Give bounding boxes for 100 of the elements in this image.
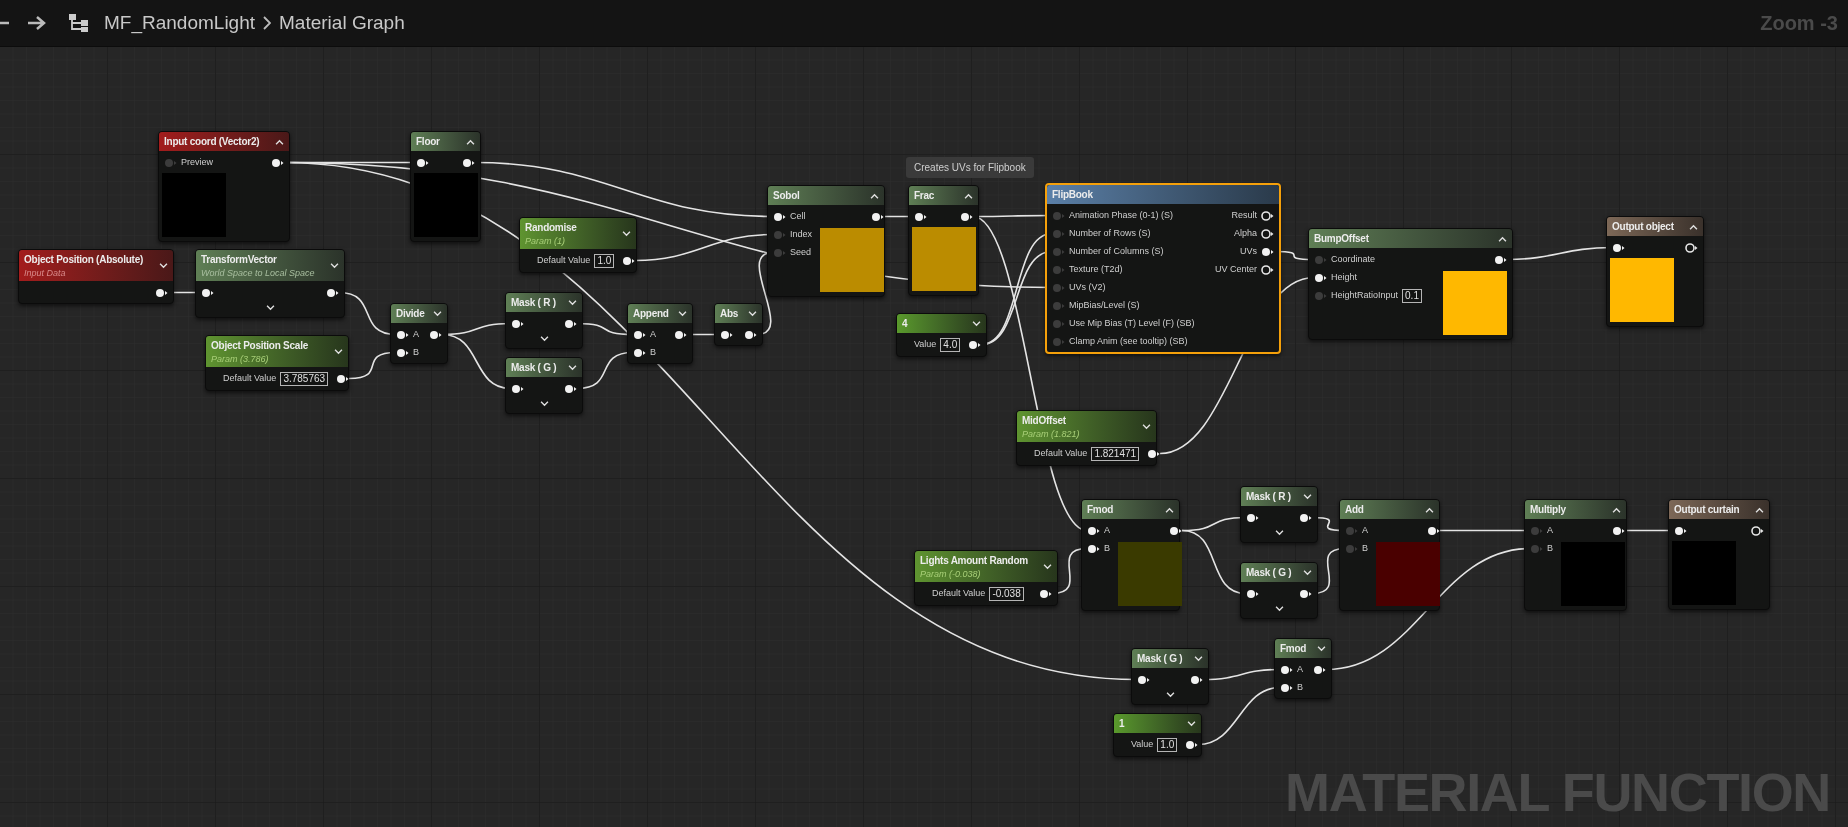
pin-icon[interactable]	[871, 211, 885, 222]
chevron-up-icon[interactable]	[870, 192, 879, 199]
pin-icon[interactable]	[429, 329, 442, 340]
pin-icon[interactable]	[968, 339, 982, 350]
pin-icon[interactable]	[1185, 739, 1199, 750]
pin-icon[interactable]	[1039, 588, 1052, 599]
chevron-down-icon[interactable]	[1194, 655, 1203, 662]
chevron-down-icon[interactable]	[334, 348, 343, 355]
pin-icon[interactable]	[1685, 242, 1698, 253]
graph-node[interactable]: Mask ( G )	[1240, 562, 1318, 619]
pin-icon[interactable]	[744, 329, 757, 340]
chevron-up-icon[interactable]	[1165, 506, 1174, 513]
pin-icon[interactable]	[462, 157, 475, 168]
pin-icon[interactable]	[1190, 674, 1203, 685]
pin-icon[interactable]	[1246, 512, 1259, 523]
pin-icon[interactable]	[271, 157, 284, 168]
pin-icon[interactable]	[674, 329, 687, 340]
chevron-down-icon[interactable]	[1317, 645, 1326, 652]
graph-node[interactable]: Add A B	[1339, 499, 1440, 611]
pin-icon[interactable]	[1137, 674, 1150, 685]
chevron-down-icon[interactable]	[539, 401, 549, 407]
chevron-down-icon[interactable]	[330, 262, 339, 269]
chevron-down-icon[interactable]	[678, 310, 687, 317]
graph-node[interactable]: Input coord (Vector2) Preview	[158, 131, 290, 242]
pin-icon[interactable]	[1169, 525, 1182, 536]
graph-node[interactable]	[1045, 183, 1281, 354]
chevron-down-icon[interactable]	[265, 305, 275, 311]
graph-node[interactable]: Fmod A B	[1274, 638, 1332, 699]
value-field[interactable]: 4.0	[940, 338, 961, 352]
chevron-down-icon[interactable]	[539, 336, 549, 342]
graph-node[interactable]: Output object	[1606, 216, 1704, 327]
pin-icon[interactable]	[1261, 228, 1274, 239]
graph-node[interactable]: TransformVector World Space to Local Space	[195, 249, 345, 318]
graph-node[interactable]: Multiply A B	[1524, 499, 1627, 611]
graph-node[interactable]: Divide A B	[390, 303, 448, 364]
chevron-down-icon[interactable]	[622, 230, 631, 237]
chevron-up-icon[interactable]	[1498, 235, 1507, 242]
pin-icon[interactable]	[1261, 246, 1274, 257]
chevron-down-icon[interactable]	[1142, 423, 1151, 430]
pin-icon[interactable]	[564, 383, 577, 394]
pin-icon[interactable]	[1612, 525, 1625, 536]
graph-node[interactable]: Lights Amount Random Param (-0.038) Default Value -0.038	[914, 550, 1058, 606]
pin-icon[interactable]	[1087, 525, 1100, 536]
graph-node[interactable]: Abs	[714, 303, 763, 346]
pin-icon[interactable]	[1494, 254, 1507, 265]
graph-node[interactable]: Output curtain	[1668, 499, 1770, 610]
graph-node[interactable]: Mask ( G )	[505, 357, 583, 414]
chevron-down-icon[interactable]	[1274, 606, 1284, 612]
chevron-up-icon[interactable]	[1612, 506, 1621, 513]
pin-icon[interactable]	[1147, 448, 1161, 459]
pin-icon[interactable]	[564, 318, 577, 329]
pin-icon[interactable]	[720, 329, 733, 340]
chevron-down-icon[interactable]	[1303, 493, 1312, 500]
pin-icon[interactable]	[416, 157, 429, 168]
graph-node[interactable]: Mask ( G )	[1131, 648, 1209, 705]
value-field[interactable]: 3.785763	[280, 372, 329, 386]
pin-icon[interactable]	[1299, 588, 1312, 599]
graph-node[interactable]: Mask ( R )	[505, 292, 583, 349]
pin-icon[interactable]	[1313, 664, 1326, 675]
chevron-up-icon[interactable]	[1425, 506, 1434, 513]
pin-icon[interactable]	[633, 347, 646, 358]
graph-node[interactable]: Mask ( R )	[1240, 486, 1318, 543]
pin-icon[interactable]	[326, 287, 339, 298]
chevron-down-icon[interactable]	[1303, 569, 1312, 576]
graph-node[interactable]: Frac	[908, 185, 979, 296]
chevron-up-icon[interactable]	[964, 192, 973, 199]
graph-node[interactable]: 1 Value 1.0	[1113, 713, 1202, 757]
pin-icon[interactable]	[1280, 664, 1293, 675]
forward-arrow-icon[interactable]	[27, 15, 46, 31]
chevron-down-icon[interactable]	[433, 310, 442, 317]
pin-icon[interactable]	[155, 287, 168, 298]
graph-node[interactable]: Randomise Param (1) Default Value 1.0	[519, 217, 637, 273]
graph-node[interactable]: BumpOffset Coordinate Height HeightRatioInput 0.1	[1308, 228, 1513, 340]
breadcrumb-link[interactable]: MF_RandomLight	[104, 8, 256, 38]
chevron-down-icon[interactable]	[568, 364, 577, 371]
pin-icon[interactable]	[1427, 525, 1440, 536]
pin-icon[interactable]	[396, 329, 409, 340]
chevron-down-icon[interactable]	[568, 299, 577, 306]
graph-node[interactable]: Floor	[410, 131, 481, 242]
pin-icon[interactable]	[960, 211, 973, 222]
chevron-down-icon[interactable]	[1165, 692, 1175, 698]
value-field[interactable]: 1.821471	[1091, 447, 1140, 461]
graph-node[interactable]: Object Position (Absolute) Input Data	[18, 249, 174, 304]
value-field[interactable]: 1.0	[1157, 738, 1178, 752]
pin-icon[interactable]	[1299, 512, 1312, 523]
pin-icon[interactable]	[396, 347, 409, 358]
pin-icon[interactable]	[622, 255, 636, 266]
pin-icon[interactable]	[1751, 525, 1764, 536]
chevron-up-icon[interactable]	[1689, 223, 1698, 230]
chevron-down-icon[interactable]	[1043, 563, 1052, 570]
pin-icon[interactable]	[914, 211, 927, 222]
chevron-up-icon[interactable]	[466, 138, 475, 145]
graph-node[interactable]: Fmod A B	[1081, 499, 1180, 611]
pin-icon[interactable]	[336, 373, 350, 384]
pin-icon[interactable]	[511, 383, 524, 394]
pin-icon[interactable]	[1261, 264, 1274, 275]
graph-node[interactable]: Object Position Scale Param (3.786) Default Value 3.785763	[205, 335, 349, 391]
value-field[interactable]: 1.0	[594, 254, 615, 268]
pin-icon[interactable]	[773, 211, 786, 222]
value-field[interactable]: -0.038	[989, 587, 1024, 601]
